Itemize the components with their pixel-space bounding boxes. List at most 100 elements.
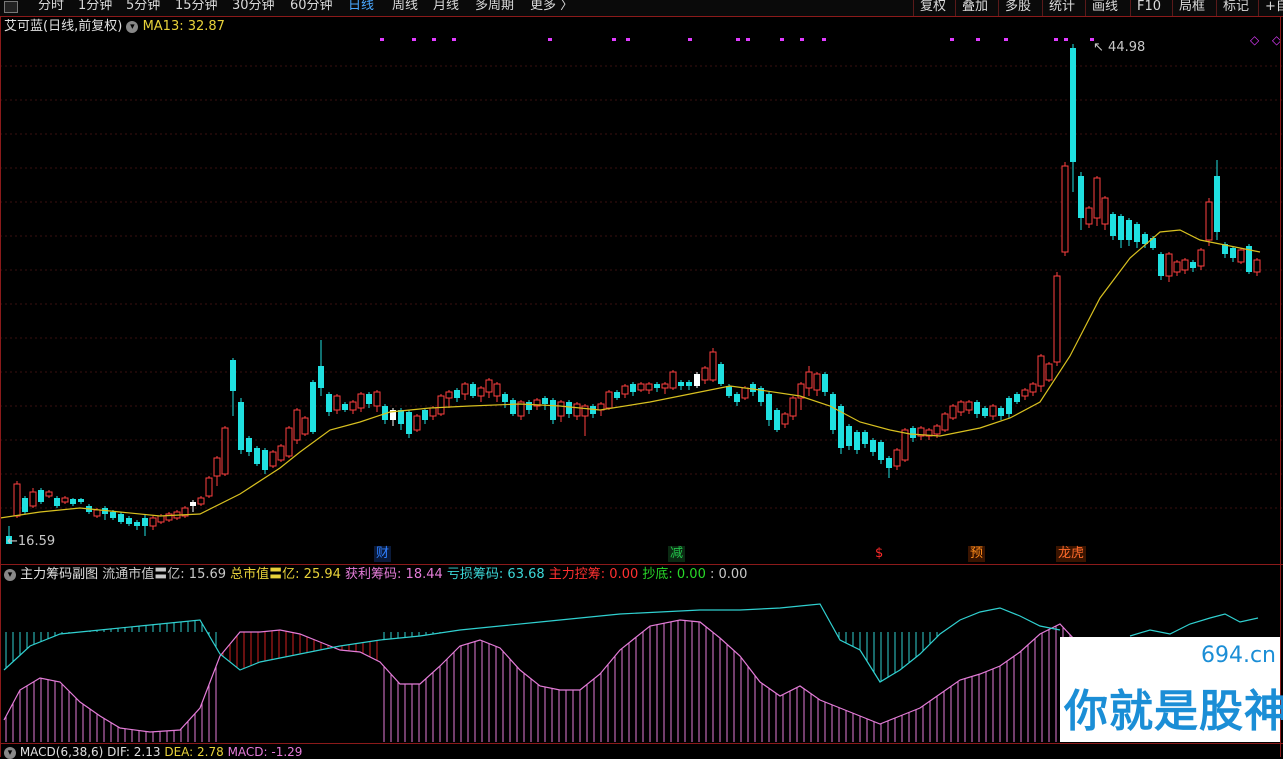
loss-chip-line-tail [1129, 613, 1259, 637]
window-icon[interactable] [4, 1, 18, 13]
frame-right [1280, 16, 1281, 757]
toolbar-button-1[interactable]: 叠加 [955, 0, 994, 16]
period-tab-0[interactable]: 分时 [38, 0, 64, 15]
candle-body [342, 404, 348, 410]
candle-body [989, 405, 997, 417]
candle-body [454, 390, 460, 398]
candle-body [1006, 398, 1012, 414]
candle-body [1134, 224, 1140, 242]
signal-dot [432, 38, 436, 41]
candle-body [437, 395, 445, 415]
candle-body [709, 351, 717, 381]
candle-body [54, 498, 60, 506]
period-tab-8[interactable]: 月线 [433, 0, 459, 15]
ma13-line [0, 229, 1261, 519]
period-tab-10[interactable]: 更多 〉 [530, 0, 573, 15]
toolbar-button-4[interactable]: 画线 [1085, 0, 1124, 16]
candle-body [933, 425, 941, 435]
candle-body [1230, 248, 1236, 258]
watermark-url: 694.cn [1200, 643, 1276, 668]
signal-dot [1064, 38, 1068, 41]
divider-sub-macd [0, 743, 1283, 744]
candle-body [1205, 201, 1213, 241]
sub-chart-header: ▾ 主力筹码副图 流通市值〓亿: 15.69 总市值〓亿: 25.94 获利筹码… [4, 566, 747, 584]
watermark: 694.cn 你就是股神 [1060, 637, 1283, 742]
candle-body [1237, 249, 1245, 263]
candle-body [406, 412, 412, 434]
toolbar-button-0[interactable]: 复权 [913, 0, 952, 16]
candle-body [110, 512, 116, 518]
candle-body [93, 509, 101, 517]
candle-body [965, 401, 973, 411]
candle-body [678, 382, 684, 386]
candle-body [213, 457, 221, 477]
toolbar-button-8[interactable]: +自 [1258, 0, 1283, 16]
signal-dot [612, 38, 616, 41]
price-chart[interactable]: ◇ ◇ [0, 36, 1283, 544]
candle-body [573, 403, 581, 417]
toolbar-button-5[interactable]: F10 [1130, 0, 1167, 16]
candle-body [637, 383, 645, 391]
candle-body [701, 367, 709, 381]
event-marker-3[interactable]: 预 [968, 546, 986, 562]
period-tab-3[interactable]: 15分钟 [175, 0, 218, 15]
period-tab-5[interactable]: 60分钟 [290, 0, 333, 15]
candle-body [246, 438, 252, 452]
candle-body [1181, 259, 1189, 271]
candle-body [45, 491, 53, 497]
candle-body [254, 448, 260, 464]
candle-body [157, 515, 165, 523]
candle-body [1101, 197, 1109, 225]
candle-body [477, 387, 485, 397]
period-tab-7[interactable]: 周线 [392, 0, 418, 15]
sub-value-1: 总市值〓亿: 25.94 [226, 567, 341, 582]
candle-body [1197, 249, 1205, 267]
candle-body [1214, 176, 1220, 232]
candle-body [830, 394, 836, 430]
event-marker-2[interactable]: $ [873, 546, 885, 562]
signal-dot [626, 38, 630, 41]
candle-body [750, 384, 756, 392]
watermark-text: 你就是股神 [1064, 686, 1283, 737]
candle-body [413, 415, 421, 431]
profit-chip-line [3, 619, 1076, 733]
signal-dot [380, 38, 384, 41]
period-tab-4[interactable]: 30分钟 [232, 0, 275, 15]
toolbar-button-6[interactable]: 局框 [1172, 0, 1211, 16]
candle-body [142, 518, 148, 526]
candle-body [734, 394, 740, 402]
period-tab-6[interactable]: 日线 [348, 0, 374, 15]
signal-dot [452, 38, 456, 41]
signal-dot [412, 38, 416, 41]
event-marker-1[interactable]: 减 [668, 546, 686, 562]
toolbar-button-3[interactable]: 统计 [1042, 0, 1081, 16]
period-tab-1[interactable]: 1分钟 [78, 0, 112, 15]
signal-dot [800, 38, 804, 41]
event-marker-0[interactable]: 财 [374, 546, 392, 562]
frame-left [0, 16, 1, 757]
candle-body [1037, 355, 1045, 387]
candle-body [13, 483, 21, 517]
candle-body [470, 384, 476, 396]
chevron-down-icon[interactable]: ▾ [4, 568, 16, 581]
candle-body [998, 408, 1004, 416]
candle-body [134, 522, 140, 526]
candle-body [277, 445, 285, 461]
period-tab-9[interactable]: 多周期 [475, 0, 514, 15]
price-max-label: ↖ 44.98 [1093, 40, 1145, 55]
candle-body [1053, 275, 1061, 363]
period-tab-2[interactable]: 5分钟 [126, 0, 160, 15]
signal-dot [822, 38, 826, 41]
candle-body [1165, 253, 1173, 277]
candle-body [301, 417, 309, 435]
event-marker-4[interactable]: 龙虎 [1056, 546, 1087, 562]
candle-body [1158, 254, 1164, 276]
candle-body [149, 517, 157, 527]
candle-body [605, 391, 613, 409]
signal-dot [688, 38, 692, 41]
toolbar-button-2[interactable]: 多股 [998, 0, 1037, 16]
toolbar-button-7[interactable]: 标记 [1216, 0, 1255, 16]
signal-dot [950, 38, 954, 41]
chevron-down-icon[interactable]: ▾ [126, 20, 139, 33]
candle-body [822, 374, 828, 392]
